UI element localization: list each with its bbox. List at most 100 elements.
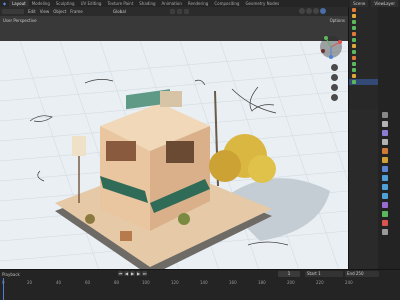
- tree-canopy-3: [248, 155, 276, 183]
- playback-buttons: ⏮ ◀ ▶ ▶ ⏭: [118, 271, 147, 276]
- modifier-tab-icon[interactable]: [382, 175, 388, 181]
- menu-edit[interactable]: Edit: [28, 9, 36, 14]
- timeline-controls: Playback ⏮ ◀ ▶ ▶ ⏭ 1 Start 1 End 250: [0, 270, 400, 278]
- render-tab-icon[interactable]: [382, 121, 388, 127]
- menu-view[interactable]: View: [40, 9, 50, 14]
- menu-object[interactable]: Object: [53, 9, 66, 14]
- viewport-label: User Perspective: [3, 18, 37, 23]
- 3d-viewport[interactable]: User Perspective Options: [0, 16, 348, 269]
- mesh-icon: [352, 80, 356, 84]
- bush: [85, 214, 95, 224]
- tab-compositing[interactable]: Compositing: [211, 0, 242, 7]
- tab-geometry-nodes[interactable]: Geometry Nodes: [242, 0, 282, 7]
- pivot-icon[interactable]: [184, 9, 189, 14]
- properties-tabs: [378, 7, 400, 269]
- ortho-toggle-icon[interactable]: [331, 94, 338, 101]
- camera-view-icon[interactable]: [331, 84, 338, 91]
- mode-selector[interactable]: [2, 9, 24, 14]
- outliner-panel: [348, 7, 378, 109]
- material-tab-icon[interactable]: [382, 220, 388, 226]
- tab-uv-editing[interactable]: UV Editing: [78, 0, 105, 7]
- object-icon: [352, 32, 356, 36]
- solid-shading-icon[interactable]: [306, 8, 312, 14]
- output-tab-icon[interactable]: [382, 130, 388, 136]
- proportional-edit-icon[interactable]: [177, 9, 182, 14]
- wireframe-shading-icon[interactable]: [299, 8, 305, 14]
- tab-rendering[interactable]: Rendering: [185, 0, 211, 7]
- play-button[interactable]: ▶: [130, 271, 135, 276]
- object-icon: [352, 44, 356, 48]
- ruler-tick: 140: [200, 280, 208, 285]
- crate: [120, 231, 132, 241]
- mesh-icon: [352, 26, 356, 30]
- ruler-tick: 60: [85, 280, 91, 285]
- view-layer-selector[interactable]: ViewLayer: [371, 0, 398, 7]
- tab-sculpting[interactable]: Sculpting: [53, 0, 78, 7]
- mesh-icon: [352, 68, 356, 72]
- roof-structure: [160, 91, 182, 107]
- properties-panel: [348, 109, 378, 269]
- tab-layout[interactable]: Layout: [9, 0, 29, 7]
- particles-tab-icon[interactable]: [382, 184, 388, 190]
- start-frame-field[interactable]: Start 1: [305, 271, 343, 277]
- step-forward-button[interactable]: ▶: [136, 271, 141, 276]
- current-frame-field[interactable]: 1: [278, 271, 300, 277]
- ruler-tick: 200: [287, 280, 295, 285]
- render-canvas: [0, 41, 348, 269]
- constraints-tab-icon[interactable]: [382, 202, 388, 208]
- ruler-tick: 100: [142, 280, 150, 285]
- material-shading-icon[interactable]: [313, 8, 319, 14]
- tool-tab-icon[interactable]: [382, 112, 388, 118]
- texture-tab-icon[interactable]: [382, 229, 388, 235]
- object-icon: [352, 74, 356, 78]
- collection-icon: [352, 8, 356, 12]
- window-right: [166, 141, 194, 163]
- menu-frame[interactable]: Frame: [70, 9, 82, 14]
- data-tab-icon[interactable]: [382, 211, 388, 217]
- tab-shading[interactable]: Shading: [136, 0, 158, 7]
- ruler-tick: 80: [114, 280, 120, 285]
- transform-orientation[interactable]: Global: [113, 9, 126, 14]
- tab-texture-paint[interactable]: Texture Paint: [104, 0, 136, 7]
- view-layer-tab-icon[interactable]: [382, 139, 388, 145]
- bush-2: [178, 213, 190, 225]
- timeline-panel: Playback ⏮ ◀ ▶ ▶ ⏭ 1 Start 1 End 250 0 2…: [0, 269, 400, 300]
- viewport-header: Edit View Object Frame Global: [0, 7, 348, 16]
- window-left: [106, 141, 136, 161]
- step-back-button[interactable]: ◀: [124, 271, 129, 276]
- world-tab-icon[interactable]: [382, 157, 388, 163]
- shading-modes: [299, 8, 326, 14]
- tree-canopy-2: [209, 150, 241, 182]
- snapping-tools: [170, 9, 189, 14]
- zoom-icon[interactable]: [331, 64, 338, 71]
- physics-tab-icon[interactable]: [382, 193, 388, 199]
- jump-end-button[interactable]: ⏭: [142, 271, 147, 276]
- ruler-tick: 20: [27, 280, 33, 285]
- menu-icon[interactable]: ◆: [0, 0, 9, 7]
- jump-start-button[interactable]: ⏮: [118, 271, 123, 276]
- snap-icon[interactable]: [170, 9, 175, 14]
- navigation-gizmo[interactable]: [318, 34, 344, 60]
- blender-window: ◆ Layout Modeling Sculpting UV Editing T…: [0, 0, 400, 300]
- scene-tab-icon[interactable]: [382, 148, 388, 154]
- end-frame-field[interactable]: End 250: [345, 271, 379, 277]
- playhead[interactable]: [3, 278, 4, 300]
- playback-menu[interactable]: Playback: [2, 272, 20, 277]
- timeline-ruler[interactable]: 0 20 40 60 80 100 120 140 160 180 200 22…: [0, 279, 400, 287]
- tab-modeling[interactable]: Modeling: [29, 0, 53, 7]
- options-button[interactable]: Options: [330, 18, 345, 23]
- end-label: End: [347, 271, 355, 276]
- object-tab-icon[interactable]: [382, 166, 388, 172]
- mesh-icon: [352, 62, 356, 66]
- ruler-tick: 240: [345, 280, 353, 285]
- scene-selector[interactable]: Scene: [350, 0, 369, 7]
- street-sign: [72, 136, 86, 156]
- pan-icon[interactable]: [331, 74, 338, 81]
- tab-animation[interactable]: Animation: [159, 0, 185, 7]
- object-icon: [352, 14, 356, 18]
- start-label: Start: [307, 271, 317, 276]
- ruler-tick: 40: [56, 280, 62, 285]
- rendered-shading-icon[interactable]: [320, 8, 326, 14]
- outliner-row-selected[interactable]: [349, 79, 378, 85]
- end-value: 250: [355, 271, 364, 276]
